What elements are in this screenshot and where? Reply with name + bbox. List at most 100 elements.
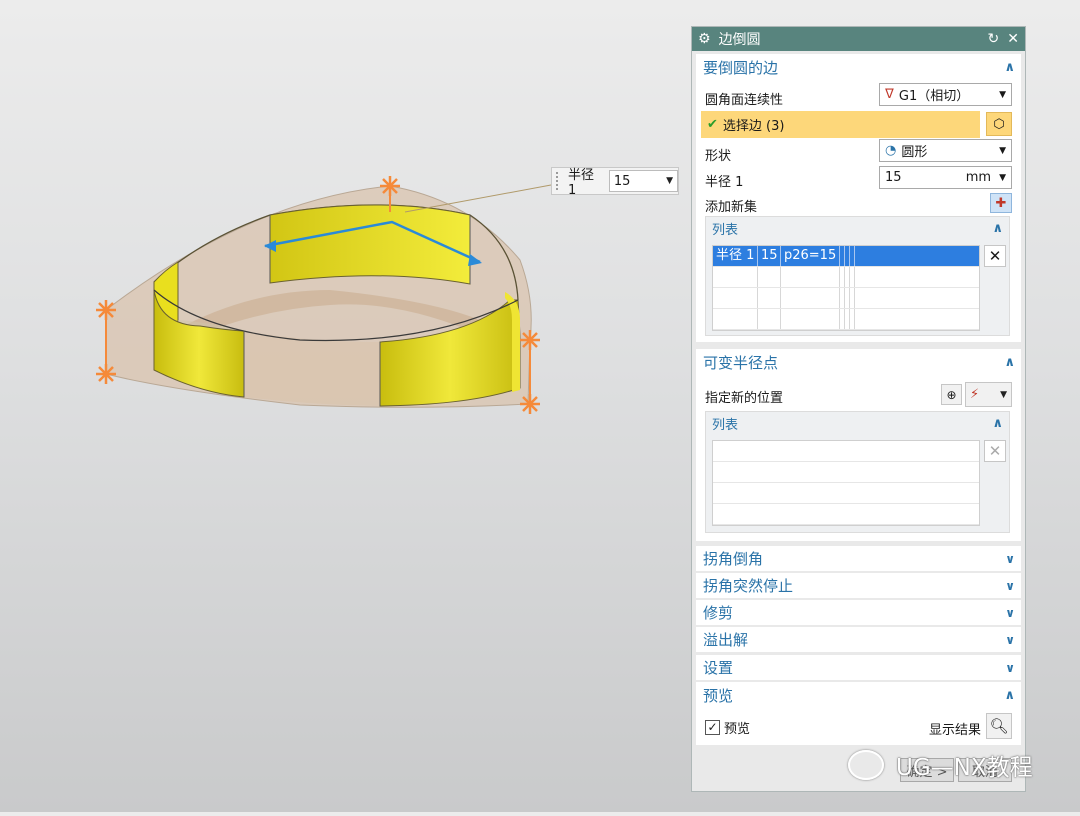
section-settings[interactable]: 设置 ∨ — [696, 655, 1021, 680]
var-radius-list-panel: 列表 ∧ ✕ — [705, 411, 1010, 533]
chevron-down-icon[interactable]: ∨ — [1005, 552, 1015, 566]
section-preview-header[interactable]: 预览 ∧ — [696, 682, 1021, 708]
edge-set-list-panel: 列表 ∧ 半径 1 15 p26=15 ✕ — [705, 216, 1010, 336]
inferred-point-icon: ⚡ — [970, 387, 980, 402]
var-radius-list-title: 列表 — [712, 417, 739, 433]
shape-label: 形状 — [705, 149, 732, 164]
section-settings-title: 设置 — [703, 659, 734, 677]
set-expression-cell: p26=15 — [781, 246, 840, 266]
chevron-up-icon[interactable]: ∧ — [992, 221, 1003, 236]
wechat-logo-icon — [848, 750, 884, 780]
preview-checkbox-label: 预览 — [724, 722, 751, 737]
section-edges: 要倒圆的边 ∧ 圆角面连续性 ᐁ G1（相切） ▼ ✔ 选择边 (3) ⬡ 形状… — [696, 54, 1021, 342]
select-edge-label: 选择边 (3) — [722, 119, 785, 134]
set-name-cell: 半径 1 — [713, 246, 758, 266]
show-result-label: 显示结果 — [929, 723, 982, 738]
var-radius-list-header[interactable]: 列表 ∧ — [706, 412, 1009, 434]
section-stop-short-title: 拐角突然停止 — [703, 577, 794, 595]
section-preview: 预览 ∧ ✓ 预览 显示结果 🔍︎ — [696, 682, 1021, 745]
point-type-select[interactable]: ⚡ ▼ — [965, 382, 1012, 407]
handle-star-top — [380, 176, 400, 196]
watermark: UG—NX教程 — [848, 748, 1033, 782]
handle-star-left-bottom — [96, 364, 116, 384]
checkmark-icon: ✔ — [707, 117, 718, 132]
chevron-down-icon: ▼ — [1000, 389, 1007, 400]
chevron-up-icon[interactable]: ∧ — [1004, 60, 1015, 75]
radius-unit: mm — [965, 170, 992, 185]
radius-tag-field[interactable]: 15 ▼ — [608, 170, 678, 192]
table-row — [713, 483, 979, 504]
shape-select[interactable]: ◔ 圆形 ▼ — [879, 139, 1012, 162]
shape-value: 圆形 — [901, 145, 928, 160]
specify-location-label: 指定新的位置 — [705, 391, 784, 406]
var-radius-table — [712, 440, 980, 526]
chevron-down-icon: ▼ — [999, 172, 1006, 183]
edge-select-cube-icon[interactable]: ⬡ — [986, 112, 1012, 136]
point-dialog-icon[interactable]: ⊕ — [941, 384, 962, 405]
radius-label: 半径 1 — [705, 175, 744, 190]
continuity-select[interactable]: ᐁ G1（相切） ▼ — [879, 83, 1012, 106]
section-corner-setback-title: 拐角倒角 — [703, 550, 764, 568]
chevron-down-icon[interactable]: ∨ — [1005, 579, 1015, 593]
edge-blend-dialog: ⚙ 边倒圆 ↻ ✕ 要倒圆的边 ∧ 圆角面连续性 ᐁ G1（相切） ▼ ✔ 选择… — [691, 26, 1026, 792]
section-trim-title: 修剪 — [703, 604, 734, 622]
add-set-icon[interactable]: ✚ — [990, 193, 1012, 213]
radius-value: 15 — [885, 170, 902, 185]
chevron-up-icon[interactable]: ∧ — [1004, 355, 1015, 370]
chevron-down-icon[interactable]: ▼ — [666, 176, 673, 186]
dialog-title: 边倒圆 — [718, 32, 761, 48]
delete-point-icon: ✕ — [984, 440, 1006, 462]
on-screen-radius-input[interactable]: 半径 1 15 ▼ — [551, 167, 679, 198]
chevron-up-icon[interactable]: ∧ — [1004, 688, 1015, 703]
preview-checkbox-row[interactable]: ✓ 预览 — [705, 718, 750, 737]
chevron-down-icon[interactable]: ∨ — [1005, 633, 1015, 647]
continuity-icon: ᐁ — [885, 87, 894, 102]
radius-tag-value: 15 — [613, 173, 631, 189]
show-result-magnifier-icon[interactable]: 🔍︎ — [986, 713, 1012, 739]
chevron-up-icon[interactable]: ∧ — [992, 416, 1003, 431]
chevron-down-icon: ▼ — [999, 145, 1006, 156]
section-preview-title: 预览 — [703, 686, 734, 705]
section-corner-setback[interactable]: 拐角倒角 ∨ — [696, 546, 1021, 571]
chevron-down-icon[interactable]: ∨ — [1005, 606, 1015, 620]
delete-set-icon[interactable]: ✕ — [984, 245, 1006, 267]
table-row — [713, 309, 979, 330]
add-new-set-label: 添加新集 — [705, 200, 758, 215]
dialog-titlebar: ⚙ 边倒圆 ↻ ✕ — [692, 27, 1025, 51]
chevron-down-icon: ▼ — [999, 89, 1006, 100]
section-overflow-title: 溢出解 — [703, 631, 749, 649]
watermark-text: UG—NX教程 — [896, 755, 1033, 781]
section-stop-short[interactable]: 拐角突然停止 ∨ — [696, 573, 1021, 598]
select-edge-bar[interactable]: ✔ 选择边 (3) — [701, 111, 980, 138]
edge-list-title: 列表 — [712, 222, 739, 238]
continuity-label: 圆角面连续性 — [705, 93, 784, 108]
drag-handle-icon[interactable] — [556, 172, 562, 190]
handle-star-left-top — [96, 300, 116, 320]
table-row — [713, 288, 979, 309]
edge-list-header[interactable]: 列表 ∧ — [706, 217, 1009, 239]
table-row — [713, 267, 979, 288]
section-edges-header[interactable]: 要倒圆的边 ∧ — [696, 54, 1021, 80]
radius-tag-label: 半径 1 — [567, 168, 594, 198]
shape-icon: ◔ — [885, 143, 897, 158]
handle-star-right-top — [520, 330, 540, 350]
set-value-cell: 15 — [758, 246, 781, 266]
reset-icon[interactable]: ↻ — [988, 31, 1000, 47]
table-row[interactable]: 半径 1 15 p26=15 — [713, 246, 979, 267]
continuity-value: G1（相切） — [898, 89, 970, 104]
section-overflow[interactable]: 溢出解 ∨ — [696, 627, 1021, 652]
gear-icon[interactable]: ⚙ — [698, 31, 711, 47]
section-variable-radius: 可变半径点 ∧ 指定新的位置 ⊕ ⚡ ▼ 列表 ∧ ✕ — [696, 349, 1021, 541]
handle-star-right-bottom — [520, 394, 540, 414]
close-icon[interactable]: ✕ — [1007, 31, 1019, 47]
preview-checkbox[interactable]: ✓ — [705, 720, 720, 735]
table-row — [713, 462, 979, 483]
section-trim[interactable]: 修剪 ∨ — [696, 600, 1021, 625]
section-edges-title: 要倒圆的边 — [703, 58, 779, 77]
section-var-radius-header[interactable]: 可变半径点 ∧ — [696, 349, 1021, 375]
chevron-down-icon[interactable]: ∨ — [1005, 661, 1015, 675]
table-row — [713, 504, 979, 525]
edge-set-table: 半径 1 15 p26=15 — [712, 245, 980, 331]
radius-input[interactable]: 15 mm ▼ — [879, 166, 1012, 189]
section-var-radius-title: 可变半径点 — [703, 353, 779, 372]
